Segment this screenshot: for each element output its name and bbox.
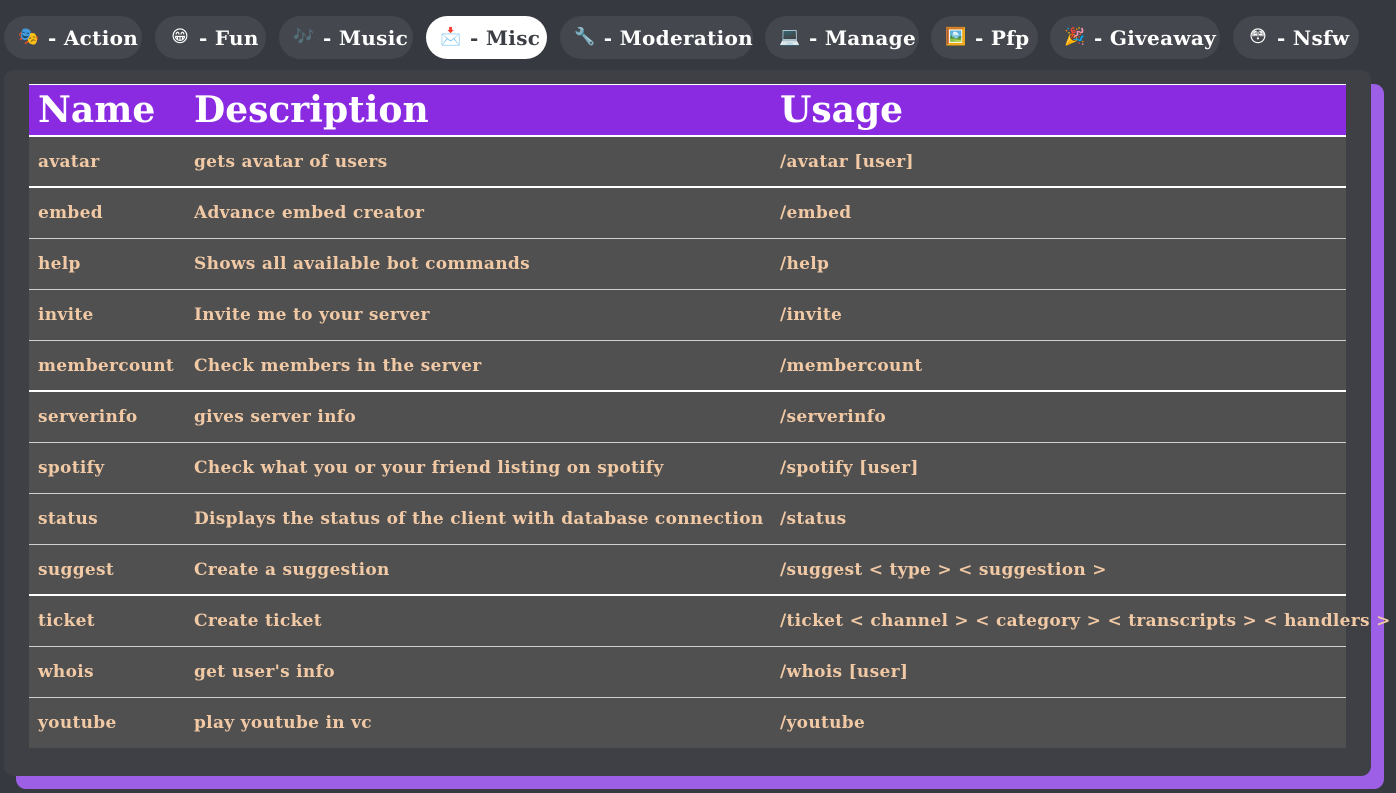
- tab-label: - Manage: [809, 25, 916, 50]
- tab-moderation[interactable]: 🔧 - Moderation: [560, 16, 753, 59]
- command-usage: /invite: [780, 305, 843, 325]
- table-row: whois get user's info /whois [user]: [29, 647, 1346, 698]
- table-row: ticket Create ticket /ticket < channel >…: [29, 596, 1390, 647]
- party-popper-icon: 🎉: [1064, 27, 1086, 47]
- header-name: Name: [38, 89, 156, 131]
- command-usage: /avatar [user]: [780, 151, 914, 172]
- command-description: gets avatar of users: [194, 151, 388, 172]
- command-description: play youtube in vc: [194, 713, 372, 733]
- command-name: invite: [38, 305, 94, 325]
- table-row: youtube play youtube in vc /youtube: [29, 698, 1346, 748]
- tab-pfp[interactable]: 🖼️ - Pfp: [931, 16, 1038, 59]
- tab-label: - Giveaway: [1094, 25, 1217, 50]
- tab-misc[interactable]: 📩 - Misc: [426, 16, 547, 59]
- command-description: Check what you or your friend listing on…: [194, 458, 664, 478]
- table-row: suggest Create a suggestion /suggest < t…: [29, 545, 1346, 596]
- command-usage: /embed: [780, 203, 852, 223]
- tab-label: - Pfp: [975, 25, 1030, 50]
- tab-label: - Fun: [199, 25, 259, 50]
- table-header: Name Description Usage: [29, 84, 1346, 137]
- table-row: avatar gets avatar of users /avatar [use…: [29, 137, 1346, 188]
- command-name: suggest: [38, 559, 115, 580]
- command-name: status: [38, 509, 99, 529]
- command-description: Displays the status of the client with d…: [194, 509, 764, 529]
- tab-manage[interactable]: 💻 - Manage: [765, 16, 919, 59]
- command-name: serverinfo: [38, 407, 138, 427]
- command-description: Advance embed creator: [194, 203, 425, 223]
- tab-label: - Moderation: [603, 25, 753, 50]
- command-description: Invite me to your server: [194, 305, 430, 325]
- table-row: embed Advance embed creator /embed: [29, 188, 1346, 239]
- command-name: spotify: [38, 458, 105, 478]
- envelope-arrow-icon: 📩: [440, 27, 462, 47]
- command-usage: /spotify [user]: [780, 458, 919, 478]
- command-description: get user's info: [194, 662, 335, 682]
- table-row: invite Invite me to your server /invite: [29, 290, 1346, 341]
- command-name: help: [38, 254, 81, 274]
- tab-nsfw[interactable]: 😳 - Nsfw: [1233, 16, 1359, 59]
- command-usage: /status: [780, 509, 847, 529]
- command-description: Check members in the server: [194, 355, 482, 376]
- framed-picture-icon: 🖼️: [945, 27, 967, 47]
- command-usage: /ticket < channel > < category > < trans…: [780, 611, 1391, 631]
- tab-fun[interactable]: 😁 - Fun: [155, 16, 266, 59]
- table-row: help Shows all available bot commands /h…: [29, 239, 1346, 290]
- command-name: ticket: [38, 611, 95, 631]
- command-name: embed: [38, 203, 103, 223]
- command-usage: /help: [780, 254, 830, 274]
- command-description: gives server info: [194, 407, 357, 427]
- command-usage: /youtube: [780, 713, 866, 733]
- grinning-face-icon: 😁: [171, 27, 189, 47]
- tab-action[interactable]: 🎭 - Action: [4, 16, 142, 59]
- tab-label: - Misc: [470, 25, 541, 50]
- tab-music[interactable]: 🎶 - Music: [279, 16, 413, 59]
- tab-label: - Action: [48, 25, 139, 50]
- laptop-icon: 💻: [779, 27, 801, 47]
- command-description: Create a suggestion: [194, 559, 390, 580]
- command-usage: /serverinfo: [780, 407, 886, 427]
- command-usage: /suggest < type > < suggestion >: [780, 559, 1107, 580]
- music-notes-icon: 🎶: [293, 27, 315, 47]
- table-row: spotify Check what you or your friend li…: [29, 443, 1346, 494]
- performing-arts-icon: 🎭: [18, 27, 40, 47]
- table-row: membercount Check members in the server …: [29, 341, 1346, 392]
- command-description: Shows all available bot commands: [194, 254, 530, 274]
- header-usage: Usage: [780, 89, 904, 131]
- command-usage: /membercount: [780, 355, 923, 376]
- commands-table: Name Description Usage avatar gets avata…: [29, 84, 1390, 748]
- tab-label: - Nsfw: [1277, 25, 1350, 50]
- command-usage: /whois [user]: [780, 662, 909, 682]
- command-name: whois: [38, 662, 94, 682]
- command-name: youtube: [38, 713, 117, 733]
- header-description: Description: [194, 89, 429, 131]
- category-tabs: 🎭 - Action 😁 - Fun 🎶 - Music 📩 - Misc 🔧 …: [0, 0, 1396, 76]
- wrench-icon: 🔧: [574, 27, 596, 47]
- tab-giveaway[interactable]: 🎉 - Giveaway: [1050, 16, 1220, 59]
- command-name: avatar: [38, 151, 100, 172]
- command-description: Create ticket: [194, 611, 322, 631]
- tab-label: - Music: [323, 25, 409, 50]
- flushed-face-icon: 😳: [1249, 27, 1267, 47]
- table-row: status Displays the status of the client…: [29, 494, 1346, 545]
- table-row: serverinfo gives server info /serverinfo: [29, 392, 1346, 443]
- command-name: membercount: [38, 355, 175, 376]
